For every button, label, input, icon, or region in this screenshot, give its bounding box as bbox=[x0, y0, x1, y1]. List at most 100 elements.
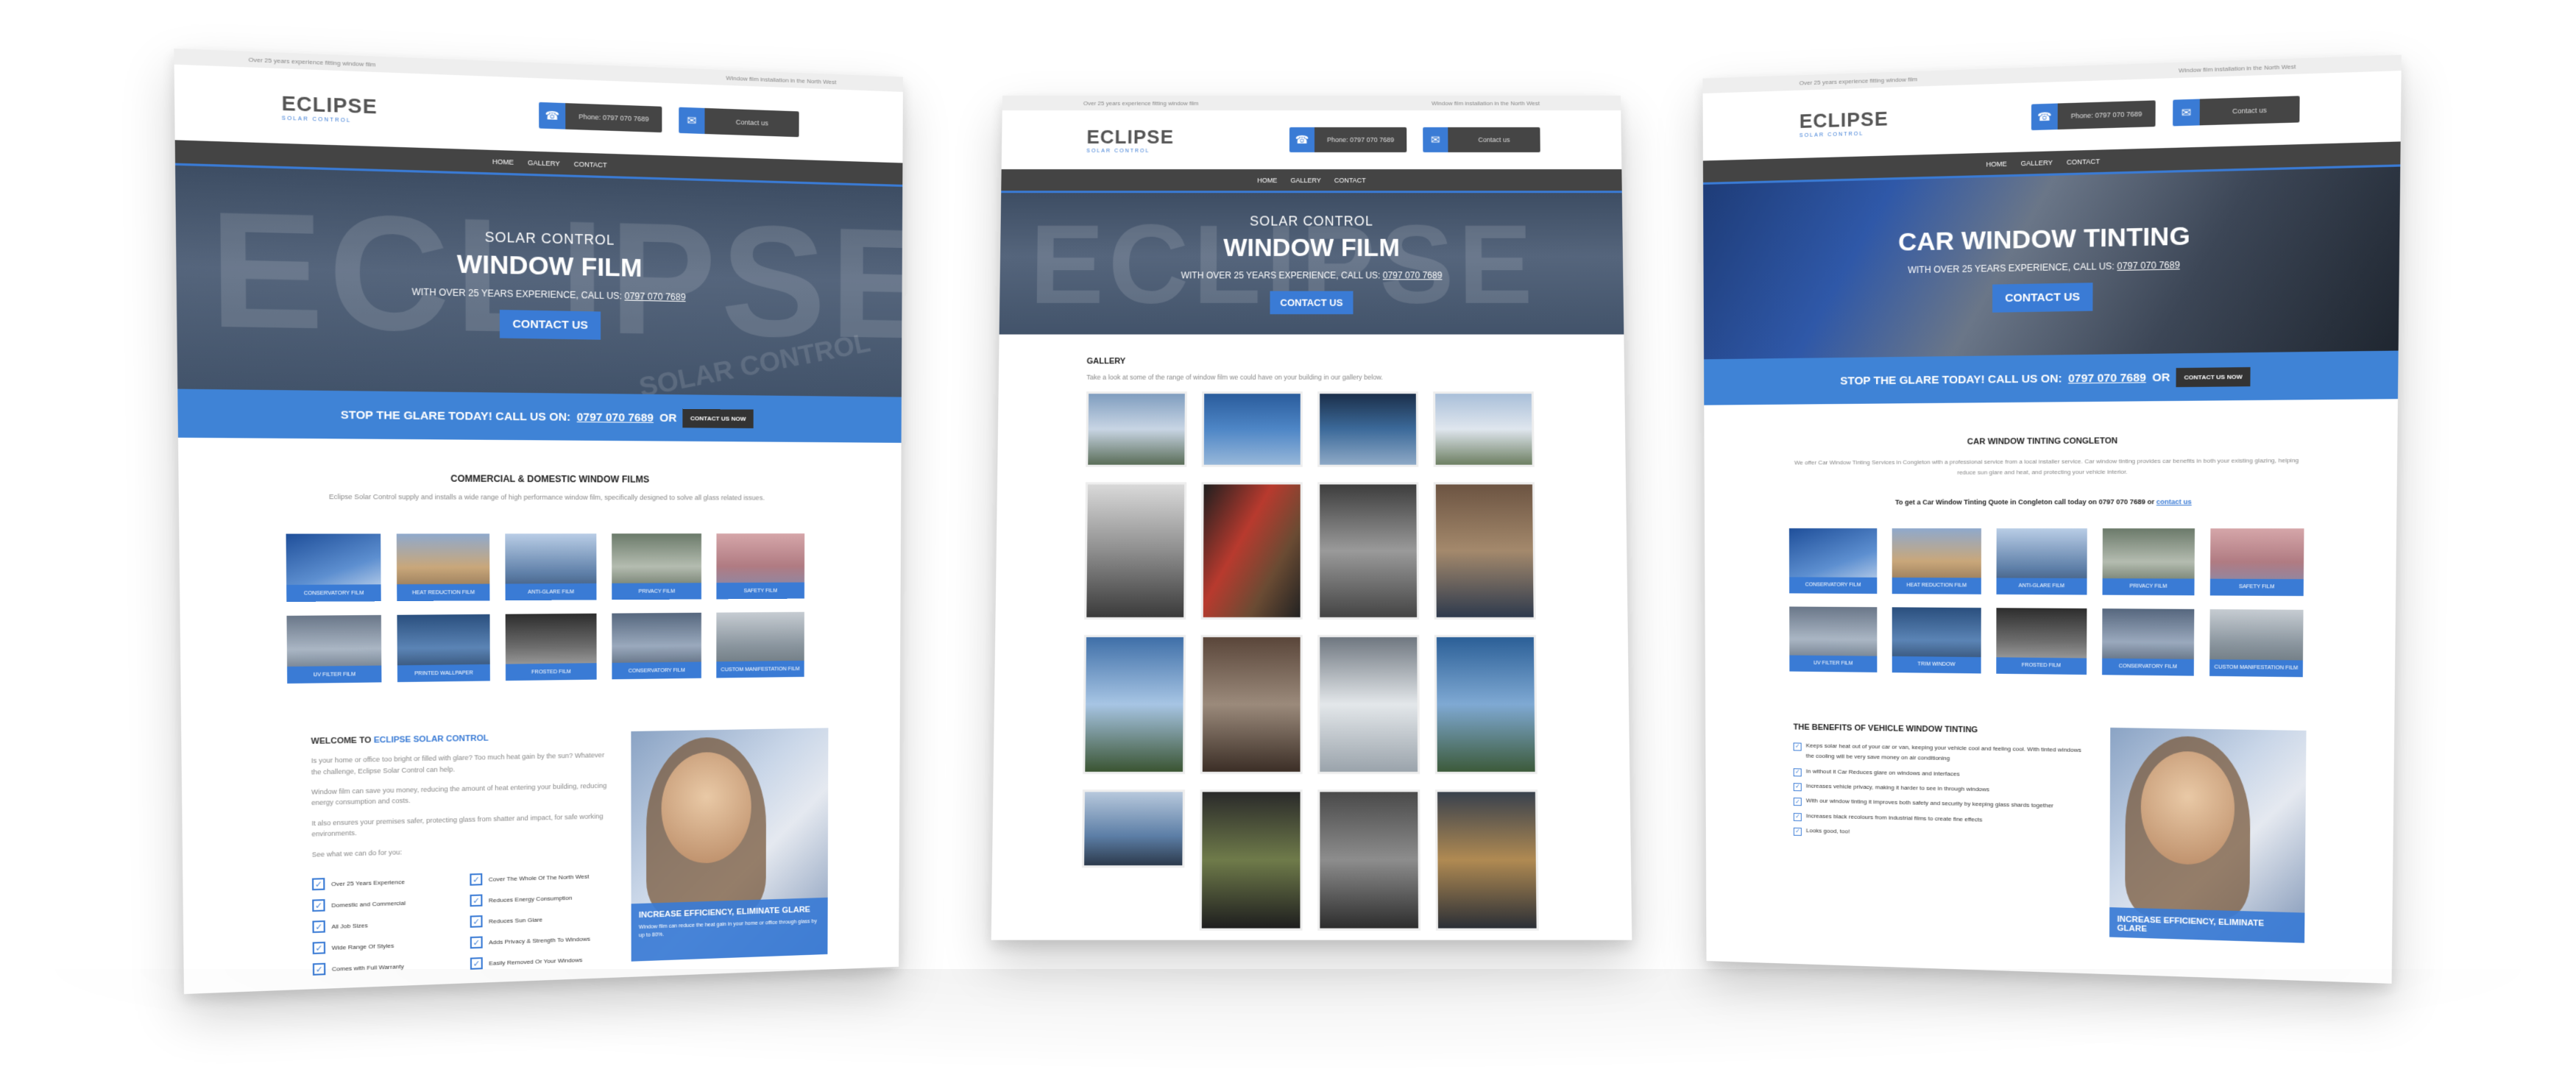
cta-bar: STOP THE GLARE TODAY! CALL US ON: 0797 0… bbox=[177, 388, 902, 443]
check-item: ✓ All Job Sizes bbox=[312, 916, 454, 934]
gallery-image[interactable] bbox=[1317, 634, 1420, 775]
gallery-image[interactable] bbox=[1200, 482, 1303, 620]
gallery-image[interactable] bbox=[1317, 482, 1420, 620]
nav-contact[interactable]: CONTACT bbox=[574, 160, 607, 168]
gallery-image[interactable] bbox=[1434, 634, 1538, 775]
product-tile[interactable]: SAFETY FILM bbox=[716, 533, 805, 600]
site-logo[interactable]: ECLIPSE SOLAR CONTROL bbox=[1800, 107, 1889, 139]
gallery-image[interactable] bbox=[1433, 482, 1536, 620]
cta-contact-button[interactable]: CONTACT US NOW bbox=[682, 408, 754, 428]
benefit-text: Keeps solar heat out of your car or van,… bbox=[1805, 742, 2081, 762]
phone-button-label: Phone: 0797 070 7689 bbox=[565, 102, 662, 132]
hero-contact-button[interactable]: CONTACT US bbox=[500, 309, 601, 340]
nav-home[interactable]: HOME bbox=[492, 157, 514, 166]
check-item: ✓ Adds Privacy & Strength To Windows bbox=[470, 932, 609, 949]
quote-contact-link[interactable]: contact us bbox=[2156, 498, 2192, 505]
cta-phone-link[interactable]: 0797 070 7689 bbox=[577, 411, 654, 424]
header-buttons: ☎ Phone: 0797 070 7689 ✉ Contact us bbox=[2031, 96, 2300, 131]
benefit-text: In without it Car Reduces glare on windo… bbox=[1805, 767, 1960, 778]
tile-label: CUSTOM MANIFESTATION FILM bbox=[716, 661, 804, 678]
topbar-left-text: Over 25 years experience fitting window … bbox=[1083, 99, 1199, 107]
product-tile[interactable]: SAFETY FILM bbox=[2209, 528, 2304, 596]
phone-button[interactable]: ☎ Phone: 0797 070 7689 bbox=[539, 102, 662, 132]
product-tile[interactable]: FROSTED FILM bbox=[1996, 607, 2087, 675]
benefits-title: THE BENEFITS OF VEHICLE WINDOW TINTING bbox=[1793, 723, 1978, 735]
check-label: Adds Privacy & Strength To Windows bbox=[489, 935, 590, 945]
gallery-image[interactable] bbox=[1084, 482, 1187, 620]
check-label: Wide Range Of Styles bbox=[331, 942, 394, 951]
nav-gallery[interactable]: GALLERY bbox=[528, 158, 560, 167]
nav-gallery[interactable]: GALLERY bbox=[2020, 158, 2053, 167]
nav-contact[interactable]: CONTACT bbox=[1334, 177, 1366, 184]
hero-sub-prefix: WITH OVER 25 YEARS EXPERIENCE, CALL US: bbox=[1181, 269, 1381, 280]
gallery-image[interactable] bbox=[1201, 391, 1303, 467]
nav-contact[interactable]: CONTACT bbox=[2067, 157, 2100, 166]
product-tile[interactable]: UV FILTER FILM bbox=[1789, 606, 1878, 672]
product-tile[interactable]: HEAT REDUCTION FILM bbox=[1892, 528, 1981, 594]
envelope-icon: ✉ bbox=[1423, 127, 1448, 153]
product-tile[interactable]: PRIVACY FILM bbox=[612, 533, 702, 600]
gallery-image[interactable] bbox=[1083, 634, 1186, 775]
checkbox-icon: ✓ bbox=[470, 873, 483, 886]
gallery-image[interactable] bbox=[1317, 789, 1421, 931]
product-tile[interactable]: ANTI-GLARE FILM bbox=[1996, 528, 2087, 595]
check-label: Domestic and Commercial bbox=[331, 899, 406, 909]
checkbox-icon: ✓ bbox=[1793, 783, 1802, 792]
email-button[interactable]: ✉ Contact us bbox=[1423, 127, 1540, 153]
nav-home[interactable]: HOME bbox=[1257, 177, 1277, 184]
checkbox-icon: ✓ bbox=[312, 920, 325, 934]
gallery-image[interactable] bbox=[1317, 391, 1419, 467]
product-tile[interactable]: CONSERVATORY FILM bbox=[612, 613, 701, 680]
product-tile[interactable]: PRIVACY FILM bbox=[2102, 528, 2195, 596]
promo-image: INCREASE EFFICIENCY, ELIMINATE GLARE Win… bbox=[631, 728, 829, 962]
product-tile[interactable]: PRINTED WALLPAPER bbox=[397, 614, 490, 683]
product-tile[interactable]: CONSERVATORY FILM bbox=[1788, 528, 1878, 594]
hero-contact-button[interactable]: CONTACT US bbox=[1992, 282, 2093, 313]
gallery-mockup: Over 25 years experience fitting window … bbox=[991, 96, 1632, 940]
gallery-image[interactable] bbox=[1433, 391, 1535, 467]
hero-phone-link[interactable]: 0797 070 7689 bbox=[624, 291, 685, 302]
benefit-item: ✓ Keeps solar heat out of your car or van… bbox=[1793, 740, 2087, 767]
gallery-image[interactable] bbox=[1081, 789, 1185, 868]
email-button-label: Contact us bbox=[704, 107, 799, 137]
product-tile[interactable]: CONSERVATORY FILM bbox=[2102, 608, 2195, 676]
gallery-image[interactable] bbox=[1200, 634, 1303, 775]
promo-overlay: INCREASE EFFICIENCY, ELIMINATE GLARE Win… bbox=[631, 898, 828, 962]
nav-gallery[interactable]: GALLERY bbox=[1290, 177, 1321, 184]
product-tile[interactable]: TRIM WINDOW bbox=[1892, 607, 1981, 674]
product-tile[interactable]: FROSTED FILM bbox=[505, 614, 597, 681]
welcome-brand: ECLIPSE SOLAR CONTROL bbox=[373, 734, 489, 745]
product-tile[interactable]: CUSTOM MANIFESTATION FILM bbox=[2209, 608, 2304, 678]
product-tile[interactable]: UV FILTER FILM bbox=[286, 615, 382, 684]
hero-title: CAR WINDOW TINTING bbox=[1897, 221, 2190, 257]
hero-contact-button[interactable]: CONTACT US bbox=[1270, 291, 1354, 314]
cta-phone-link[interactable]: 0797 070 7689 bbox=[2068, 371, 2146, 385]
product-tile[interactable]: CONSERVATORY FILM bbox=[286, 533, 381, 603]
phone-button[interactable]: ☎ Phone: 0797 070 7689 bbox=[1289, 127, 1407, 153]
nav-home[interactable]: HOME bbox=[1986, 160, 2006, 168]
benefits-section: THE BENEFITS OF VEHICLE WINDOW TINTING ✓… bbox=[1794, 723, 2395, 945]
hero-subtitle: WITH OVER 25 YEARS EXPERIENCE, CALL US: … bbox=[1181, 270, 1443, 280]
logo-subtitle: SOLAR CONTROL bbox=[1799, 131, 1864, 139]
check-label: Cover The Whole Of The North West bbox=[488, 873, 590, 883]
feature-checklist: ✓ Over 25 Years Experience ✓ Cover The Who… bbox=[311, 870, 609, 976]
product-tile[interactable]: ANTI-GLARE FILM bbox=[505, 533, 597, 601]
welcome-paragraph: It also ensures your premises safer, pro… bbox=[311, 812, 604, 839]
gallery-image[interactable] bbox=[1086, 391, 1187, 467]
welcome-paragraph: See what we can do for you: bbox=[311, 848, 403, 859]
hero-phone-link[interactable]: 0797 070 7689 bbox=[2117, 259, 2179, 271]
product-tile[interactable]: HEAT REDUCTION FILM bbox=[396, 533, 490, 602]
hero-phone-link[interactable]: 0797 070 7689 bbox=[1383, 270, 1443, 280]
email-button[interactable]: ✉ Contact us bbox=[679, 107, 799, 137]
hero-title: WINDOW FILM bbox=[1223, 233, 1400, 262]
topbar-right-text: Window film installation in the North We… bbox=[726, 74, 837, 85]
email-button[interactable]: ✉ Contact us bbox=[2173, 96, 2300, 127]
product-tile[interactable]: CUSTOM MANIFESTATION FILM bbox=[716, 611, 804, 678]
site-logo[interactable]: ECLIPSE SOLAR CONTROL bbox=[281, 91, 377, 124]
cta-contact-button[interactable]: CONTACT US NOW bbox=[2176, 366, 2251, 387]
gallery-image[interactable] bbox=[1199, 789, 1303, 931]
site-logo[interactable]: ECLIPSE SOLAR CONTROL bbox=[1086, 126, 1174, 154]
topbar-right-text: Window film installation in the North We… bbox=[2178, 63, 2296, 74]
phone-button[interactable]: ☎ Phone: 0797 070 7689 bbox=[2031, 100, 2156, 131]
gallery-image[interactable] bbox=[1434, 789, 1539, 931]
